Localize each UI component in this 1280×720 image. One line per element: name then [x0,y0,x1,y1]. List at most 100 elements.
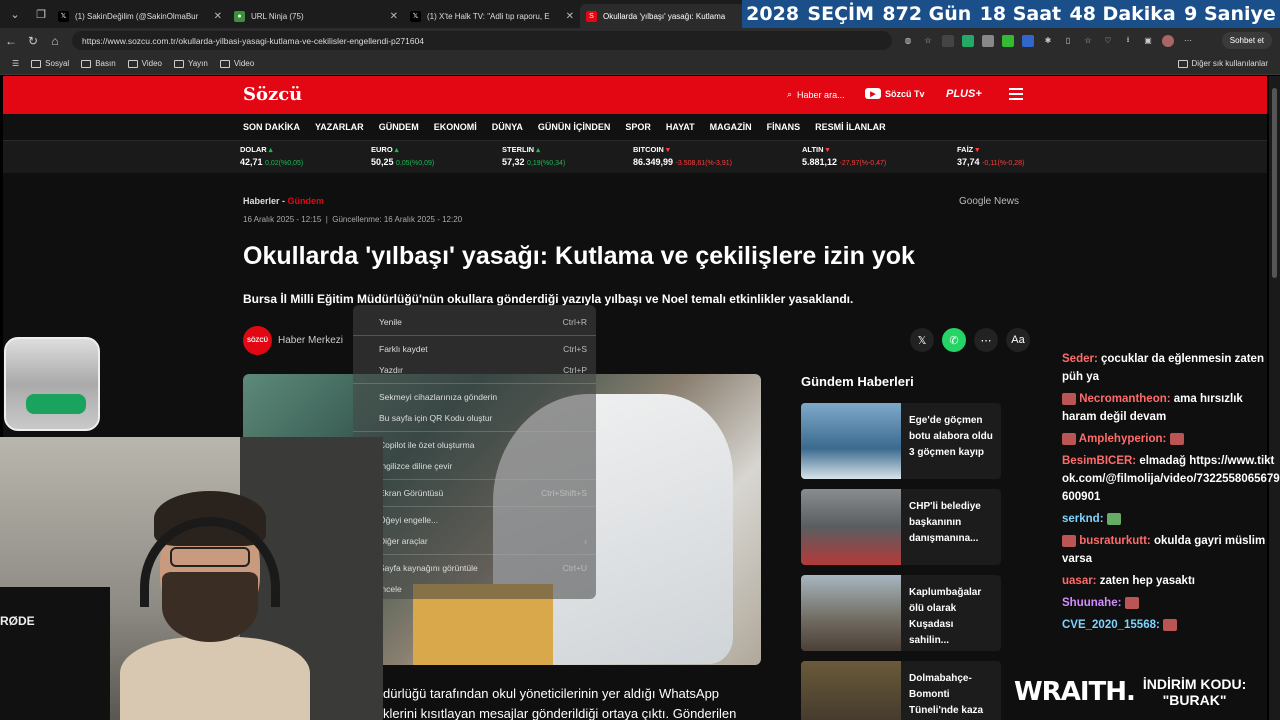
news-card[interactable]: Dolmabahçe-Bomonti Tüneli'nde kaza [801,661,1001,720]
bookmark-sosyal[interactable]: Sosyal [31,59,69,68]
folder-icon [219,59,230,68]
tab-0[interactable]: 𝕏 (1) SakinDeğilim (@SakinOlmaBur ✕ [52,4,228,28]
x-share-icon[interactable]: 𝕏 [910,328,934,352]
nav-item[interactable]: MAGAZİN [710,122,752,132]
sidebar-toggle-icon[interactable]: ☰ [12,59,19,68]
tab-1[interactable]: ● URL Ninja (75) ✕ [228,4,404,28]
bookmark-video[interactable]: Video [127,59,162,68]
extension-icon[interactable] [962,34,974,47]
close-icon[interactable]: ✕ [214,11,222,22]
market-item[interactable]: EURO ▴ 50,25 0,05(%0,09) [371,145,434,167]
nav-item[interactable]: SON DAKİKA [243,122,300,132]
hamburger-menu-icon[interactable] [1009,88,1023,103]
url-ninja-icon: ● [234,10,245,22]
nav-item[interactable]: GÜNDEM [379,122,419,132]
market-item[interactable]: DOLAR ▴ 42,71 0,02(%0,05) [240,145,303,167]
nav-item[interactable]: RESMİ İLANLAR [815,122,886,132]
menu-item-block[interactable]: Öğeyi engelle... [379,515,587,525]
author-block[interactable]: SÖZCÜ Haber Merkezi [243,326,343,355]
tab-title: Okullarda 'yılbaşı' yasağı: Kutlama [603,11,726,21]
menu-item-copilot[interactable]: Copilot ile özet oluşturma [379,440,587,450]
nav-item[interactable]: HAYAT [666,122,695,132]
menu-item-qr[interactable]: Bu sayfa için QR Kodu oluştur [379,413,587,423]
menu-item-screenshot[interactable]: Ekran Görüntüsü Ctrl+Shift+S [379,488,587,498]
page-title: Okullarda 'yılbaşı' yasağı: Kutlama ve ç… [243,242,915,270]
nav-item[interactable]: SPOR [625,122,651,132]
nav-item[interactable]: GÜNÜN İÇİNDEN [538,122,611,132]
apps-icon[interactable]: ▣ [1142,35,1154,47]
menu-item-print[interactable]: Yazdır Ctrl+P [379,365,587,375]
extension-icon[interactable] [982,34,994,47]
close-icon[interactable]: ✕ [390,11,398,22]
menu-item-send-tab[interactable]: Sekmeyi cihazlarınıza gönderin [379,392,587,402]
bookmark-video-2[interactable]: Video [219,59,254,68]
nav-item[interactable]: EKONOMİ [434,122,477,132]
up-arrow-icon: ▴ [268,145,273,154]
market-item[interactable]: BITCOIN ▾ 86.349,99 -3.508,61(%-3,91) [633,145,732,167]
streamer-body [120,637,310,720]
market-item[interactable]: ALTIN ▾ 5.881,12 -27,97(%-0,47) [802,145,886,167]
x-icon: 𝕏 [410,10,421,22]
context-menu: Yenile Ctrl+R Farklı kaydet Ctrl+S Yazdır C… [353,305,596,599]
copilot-chat-button[interactable]: Sohbet et [1221,32,1272,49]
down-arrow-icon: ▾ [665,145,670,154]
news-title: Ege'de göçmen botu alabora oldu 3 göçmen… [909,415,993,458]
promo-line: "BURAK" [1162,692,1227,708]
split-screen-icon[interactable]: ▯ [1062,35,1074,47]
news-title: Kaplumbağalar ölü olarak Kuşadası sahili… [909,587,982,646]
search-icon: ⌕ [787,89,793,99]
favorite-star-icon[interactable]: ☆ [922,35,934,47]
sozcu-tv-link[interactable]: ▶ Sözcü Tv [865,88,925,99]
scroll-thumb[interactable] [1272,88,1277,278]
bookmark-other[interactable]: Diğer sık kullanılanlar [1177,59,1268,68]
more-icon[interactable]: ⋯ [974,328,998,352]
bookmark-basin[interactable]: Basın [81,59,116,68]
workspaces-icon[interactable]: ❐ [30,3,52,25]
close-icon[interactable]: ✕ [566,11,574,22]
bookmark-yayin[interactable]: Yayın [173,59,208,68]
collections-icon[interactable]: ♡ [1102,35,1114,47]
news-thumb [801,403,901,479]
avatar[interactable] [1162,34,1174,47]
nav-item[interactable]: FİNANS [767,122,801,132]
more-icon[interactable]: ⋯ [1182,35,1194,47]
news-card[interactable]: CHP'li belediye başkanının danışmanına..… [801,489,1001,565]
favorites-icon[interactable]: ☆ [1082,35,1094,47]
bookmark-label: Video [141,59,162,68]
tab-2[interactable]: 𝕏 (1) X'te Halk TV: "Adli tıp raporu, E … [404,4,580,28]
extension-icon[interactable] [1002,34,1014,47]
menu-item-more-tools[interactable]: Diğer araçlar › [379,536,587,546]
refresh-icon[interactable]: ↻ [22,34,44,48]
menu-item-translate[interactable]: İngilizce diline çevir [379,461,587,471]
market-item[interactable]: STERLIN ▴ 57,32 0,19(%0,34) [502,145,565,167]
tab-actions-icon[interactable]: ⌄ [4,3,26,25]
site-logo[interactable]: Sözcü [243,84,302,105]
home-icon[interactable]: ⌂ [44,34,66,48]
menu-item-inspect[interactable]: İncele [379,584,587,594]
breadcrumb-home[interactable]: Haberler - [243,196,285,206]
tab-3[interactable]: S Okullarda 'yılbaşı' yasağı: Kutlama ✕ [580,4,756,28]
reader-icon[interactable]: ◍ [902,35,914,47]
plus-link[interactable]: PLUS+ [946,88,982,100]
font-size-icon[interactable]: Aa [1006,328,1030,352]
menu-item-view-source[interactable]: Sayfa kaynağını görüntüle Ctrl+U [379,563,587,573]
nav-item[interactable]: YAZARLAR [315,122,364,132]
breadcrumb-category[interactable]: Gündem [288,196,325,206]
menu-item-save[interactable]: Farklı kaydet Ctrl+S [379,344,587,354]
downloads-icon[interactable]: ⭳ [1122,35,1134,47]
whatsapp-icon[interactable]: ✆ [942,328,966,352]
news-card[interactable]: Ege'de göçmen botu alabora oldu 3 göçmen… [801,403,1001,479]
author-name: Haber Merkezi [278,335,344,346]
news-card[interactable]: Kaplumbağalar ölü olarak Kuşadası sahili… [801,575,1001,651]
back-icon[interactable]: ← [0,34,22,48]
market-item[interactable]: FAİZ ▾ 37,74 -0,11(%-0,28) [957,145,1024,167]
nav-item[interactable]: DÜNYA [492,122,523,132]
extension-icon[interactable] [1022,34,1034,47]
puzzle-icon[interactable]: ✱ [1042,35,1054,47]
google-news-link[interactable]: Google News [959,196,1019,207]
folder-icon [173,59,184,68]
extension-icon[interactable] [942,34,954,47]
menu-item-yenile[interactable]: Yenile Ctrl+R [379,317,587,327]
url-field[interactable]: https://www.sozcu.com.tr/okullarda-yilba… [72,31,892,50]
site-search[interactable]: ⌕ Haber ara... [787,89,845,100]
